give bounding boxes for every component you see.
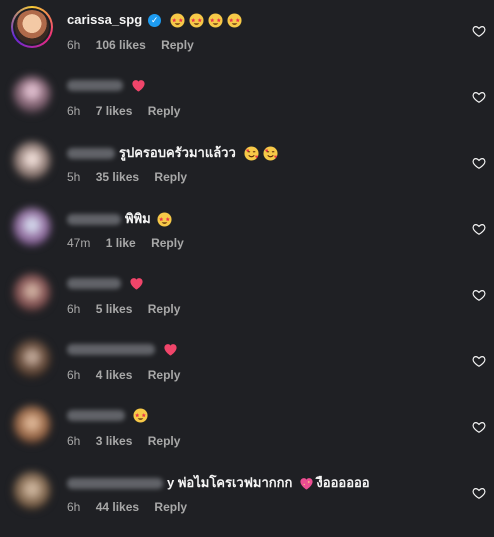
comment-time: 6h [67, 302, 81, 316]
comment-meta: 47m 1 like Reply [67, 236, 196, 250]
comment-body [67, 78, 146, 93]
comment-meta: 6h 5 likes Reply [67, 302, 192, 316]
comment-item: y พ่อไมโครเวฟมากกก งืออออออ 6h 44 likes … [0, 462, 494, 528]
star-struck-emoji-icon [208, 12, 223, 28]
comment-time: 6h [67, 434, 81, 448]
comment-username[interactable]: carissa_spg [67, 11, 142, 29]
comment-meta: 6h 4 likes Reply [67, 368, 192, 382]
comment-username-blurred[interactable] [67, 213, 121, 225]
comment-list: carissa_spg ✓ 6h 106 likes Reply 6h 7 li… [0, 0, 494, 537]
comment-item: 6h 4 likes Reply [0, 330, 494, 396]
verified-badge-icon: ✓ [148, 13, 162, 27]
avatar[interactable] [13, 472, 51, 510]
comment-username-blurred[interactable] [67, 278, 121, 289]
reply-button[interactable]: Reply [154, 170, 187, 184]
heart-emoji-icon [132, 80, 145, 92]
comment-body [67, 276, 144, 291]
comment-meta: 6h 106 likes Reply [67, 38, 206, 52]
avatar[interactable] [11, 6, 53, 48]
smiling-face-with-hearts-emoji-icon [244, 145, 259, 161]
sparkling-heart-emoji-icon [300, 477, 314, 490]
comment-meta: 6h 3 likes Reply [67, 434, 192, 448]
reply-button[interactable]: Reply [148, 434, 181, 448]
comment-body: y พ่อไมโครเวฟมากกก งืออออออ [67, 474, 370, 492]
comment-body: พิพิม [67, 210, 172, 228]
comment-text: พิพิม [125, 211, 151, 226]
comment-item: 6h 5 likes Reply [0, 264, 494, 330]
comment-text: รูปครอบครัวมาแล้วว [119, 145, 236, 160]
reply-button[interactable]: Reply [154, 500, 187, 514]
comment-time: 6h [67, 38, 81, 52]
comment-text-after: งืออออออ [316, 475, 370, 490]
avatar[interactable] [13, 340, 51, 378]
star-struck-emoji-icon [157, 211, 172, 227]
comment-text: y พ่อไมโครเวฟมากกก [167, 475, 293, 490]
comment-time: 6h [67, 368, 81, 382]
avatar[interactable] [13, 76, 51, 114]
comment-meta: 6h 44 likes Reply [67, 500, 199, 514]
like-heart-icon[interactable] [472, 354, 486, 368]
reply-button[interactable]: Reply [148, 104, 181, 118]
comment-body [67, 342, 178, 357]
star-struck-emoji-icon [189, 12, 204, 28]
comment-item: รูปครอบครัวมาแล้วว 5h 35 likes Reply [0, 132, 494, 198]
avatar[interactable] [13, 208, 51, 246]
like-heart-icon[interactable] [472, 420, 486, 434]
comment-time: 6h [67, 104, 81, 118]
comment-username-blurred[interactable] [67, 80, 123, 91]
comment-time: 5h [67, 170, 81, 184]
comment-likes[interactable]: 4 likes [96, 368, 133, 382]
comment-likes[interactable]: 106 likes [96, 38, 146, 52]
heart-emoji-icon [164, 344, 177, 356]
comment-username-blurred[interactable] [67, 410, 125, 421]
comment-meta: 5h 35 likes Reply [67, 170, 199, 184]
comment-meta: 6h 7 likes Reply [67, 104, 192, 118]
comment-item: 6h 7 likes Reply [0, 66, 494, 132]
comment-username-blurred[interactable] [67, 477, 163, 489]
like-heart-icon[interactable] [472, 90, 486, 104]
comment-likes[interactable]: 5 likes [96, 302, 133, 316]
like-heart-icon[interactable] [472, 156, 486, 170]
comment-likes[interactable]: 7 likes [96, 104, 133, 118]
reply-button[interactable]: Reply [148, 368, 181, 382]
comment-body: carissa_spg ✓ [67, 11, 242, 29]
comment-item: carissa_spg ✓ 6h 106 likes Reply [0, 0, 494, 66]
comment-body: รูปครอบครัวมาแล้วว [67, 144, 278, 162]
avatar[interactable] [13, 406, 51, 444]
smiling-face-with-hearts-emoji-icon [263, 145, 278, 161]
reply-button[interactable]: Reply [151, 236, 184, 250]
star-struck-emoji-icon [170, 12, 185, 28]
comment-body [67, 408, 148, 423]
like-heart-icon[interactable] [472, 486, 486, 500]
comment-time: 6h [67, 500, 81, 514]
heart-emoji-icon [130, 278, 143, 290]
avatar[interactable] [13, 142, 51, 180]
comment-time: 47m [67, 236, 91, 250]
comment-likes[interactable]: 35 likes [96, 170, 139, 184]
like-heart-icon[interactable] [472, 288, 486, 302]
reply-button[interactable]: Reply [148, 302, 181, 316]
star-struck-emoji-icon [227, 12, 242, 28]
comment-likes[interactable]: 1 like [106, 236, 136, 250]
like-heart-icon[interactable] [472, 222, 486, 236]
reply-button[interactable]: Reply [161, 38, 194, 52]
comment-item: พิพิม 47m 1 like Reply [0, 198, 494, 264]
like-heart-icon[interactable] [472, 24, 486, 38]
comment-username-blurred[interactable] [67, 344, 155, 355]
avatar[interactable] [13, 274, 51, 312]
comment-item: 6h 3 likes Reply [0, 396, 494, 462]
comment-likes[interactable]: 3 likes [96, 434, 133, 448]
comment-likes[interactable]: 44 likes [96, 500, 139, 514]
star-struck-emoji-icon [133, 408, 148, 423]
comment-username-blurred[interactable] [67, 147, 115, 159]
